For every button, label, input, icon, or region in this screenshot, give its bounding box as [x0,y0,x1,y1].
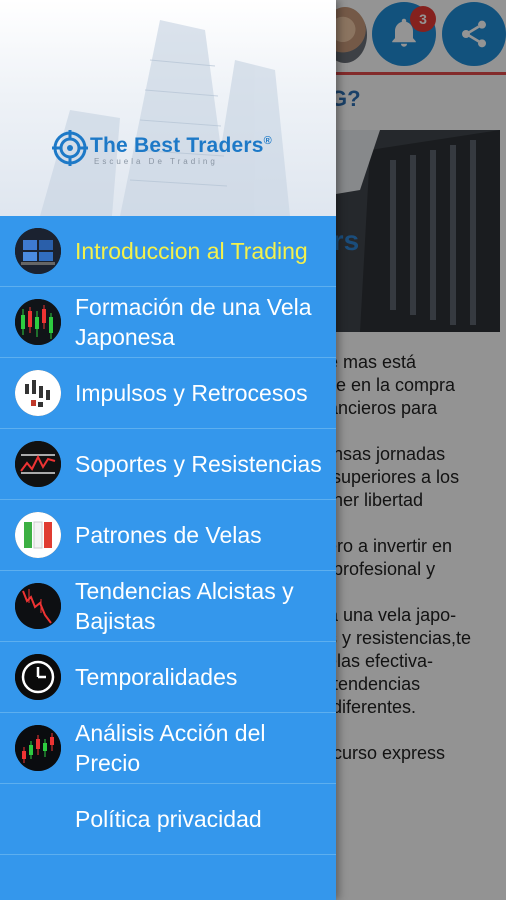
impulse-chart-icon [15,370,61,416]
drawer-item-label: Introduccion al Trading [75,238,308,264]
price-action-icon [15,725,61,771]
drawer-item-label: Patrones de Velas [75,522,262,548]
drawer-header: The Best Traders® Escuela De Trading [0,0,336,216]
drawer-item-label: Tendencias Alcistas y Bajistas [75,578,294,634]
candlestick-chart-icon [15,299,61,345]
trend-chart-icon [15,583,61,629]
drawer-item-6[interactable]: Tendencias Alcistas y Bajistas [0,571,336,642]
drawer-item-5[interactable]: Patrones de Velas [0,500,336,571]
drawer-item-7[interactable]: Temporalidades [0,642,336,713]
support-resistance-chart-icon [15,441,61,487]
logo-title: The Best Traders® [90,134,272,157]
drawer-scrim[interactable] [336,0,506,900]
target-logo-icon [52,130,88,166]
drawer-item-3[interactable]: Impulsos y Retrocesos [0,358,336,429]
drawer-item-9[interactable]: Política privacidad [0,784,336,855]
drawer-item-4[interactable]: Soportes y Resistencias [0,429,336,500]
drawer-item-1[interactable]: Introduccion al Trading [0,216,336,287]
drawer-item-label: Formación de una Vela Japonesa [75,294,312,350]
trading-desk-icon [15,228,61,274]
app-logo: The Best Traders® Escuela De Trading [52,130,272,166]
drawer-menu: Introduccion al Trading Formación de una … [0,216,336,855]
drawer-item-label: Impulsos y Retrocesos [75,380,308,406]
logo-subtitle: Escuela De Trading [94,157,218,166]
drawer-item-2[interactable]: Formación de una Vela Japonesa [0,287,336,358]
drawer-item-label: Política privacidad [75,806,262,832]
drawer-item-label: Soportes y Resistencias [75,451,322,477]
drawer-item-label: Análisis Acción del Precio [75,720,266,776]
drawer-item-8[interactable]: Análisis Acción del Precio [0,713,336,784]
drawer-item-label: Temporalidades [75,664,238,690]
clock-icon [15,654,61,700]
candle-patterns-icon [15,512,61,558]
navigation-drawer: The Best Traders® Escuela De Trading Int… [0,0,336,900]
